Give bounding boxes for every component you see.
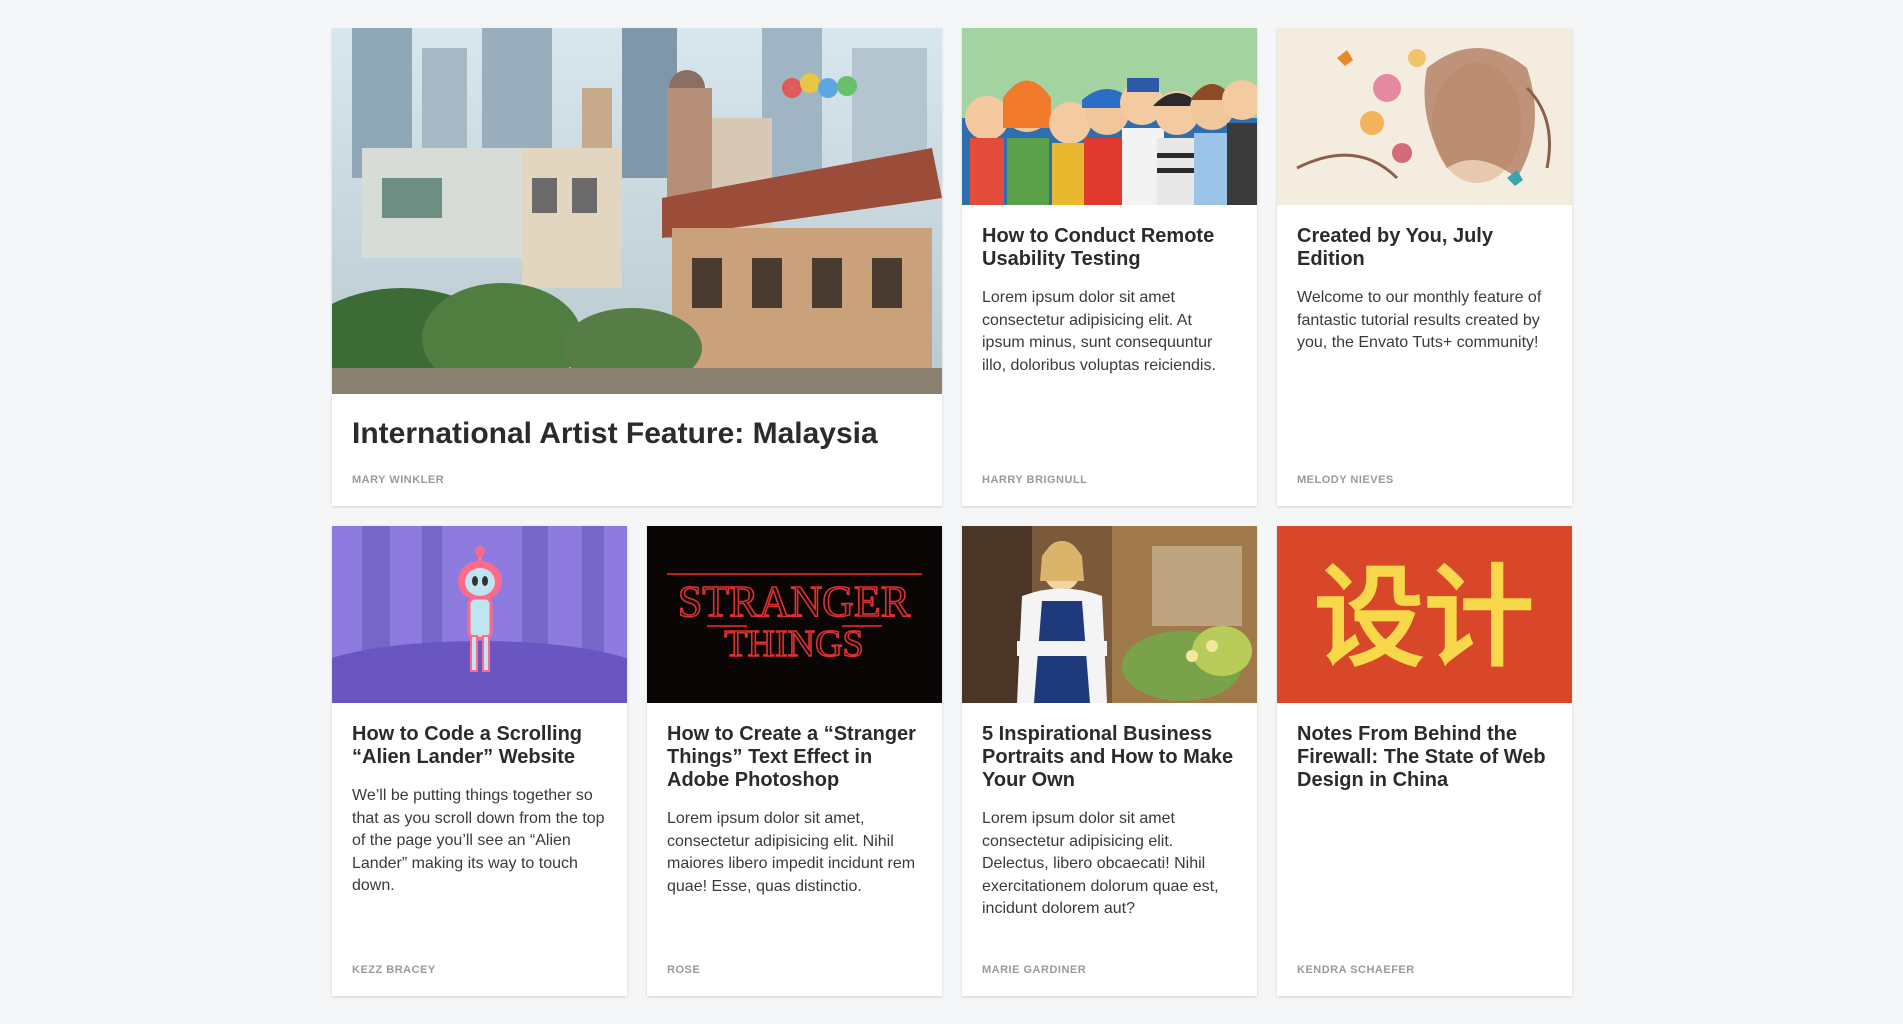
article-card-business-portraits[interactable]: 5 Inspirational Business Portraits and H… bbox=[962, 526, 1257, 996]
article-card-created-by-you[interactable]: Created by You, July Edition Welcome to … bbox=[1277, 28, 1572, 506]
chinese-characters-text: 设计 bbox=[1314, 554, 1534, 682]
article-card-usability[interactable]: How to Conduct Remote Usability Testing … bbox=[962, 28, 1257, 506]
card-body: International Artist Feature: Malaysia bbox=[332, 394, 942, 506]
things-text: THINGS bbox=[724, 623, 863, 665]
article-grid: International Artist Feature: Malaysia M… bbox=[332, 28, 1573, 996]
author-name[interactable]: ROSE bbox=[667, 964, 700, 976]
article-card-stranger-things[interactable]: STRANGER THINGS How to Create a “Strange… bbox=[647, 526, 942, 996]
card-body: How to Code a Scrolling “Alien Lander” W… bbox=[332, 703, 627, 996]
article-excerpt: We’ll be putting things together so that… bbox=[352, 787, 605, 894]
author-name[interactable]: KENDRA SCHAEFER bbox=[1297, 964, 1415, 976]
chinese-characters-image[interactable]: 设计 bbox=[1277, 526, 1572, 703]
malaysia-street-image[interactable] bbox=[332, 28, 942, 394]
author-name[interactable]: MARY WINKLER bbox=[352, 474, 444, 486]
card-body: Created by You, July Edition Welcome to … bbox=[1277, 205, 1572, 506]
card-body: 5 Inspirational Business Portraits and H… bbox=[962, 703, 1257, 996]
florist-portrait-image[interactable] bbox=[962, 526, 1257, 703]
article-excerpt: Lorem ipsum dolor sit amet consectetur a… bbox=[982, 289, 1216, 374]
article-title[interactable]: How to Create a “Stranger Things” Text E… bbox=[667, 723, 922, 792]
author-name[interactable]: MARIE GARDINER bbox=[982, 964, 1086, 976]
alien-forest-image[interactable] bbox=[332, 526, 627, 703]
author-name[interactable]: MELODY NIEVES bbox=[1297, 474, 1394, 486]
article-title[interactable]: How to Code a Scrolling “Alien Lander” W… bbox=[352, 723, 607, 769]
article-card-china-web-design[interactable]: 设计 Notes From Behind the Firewall: The S… bbox=[1277, 526, 1572, 996]
article-title[interactable]: 5 Inspirational Business Portraits and H… bbox=[982, 723, 1237, 792]
author-name[interactable]: KEZZ BRACEY bbox=[352, 964, 436, 976]
card-body: How to Conduct Remote Usability Testing … bbox=[962, 205, 1257, 506]
cartoon-people-image[interactable] bbox=[962, 28, 1257, 205]
floral-portrait-image[interactable] bbox=[1277, 28, 1572, 205]
stranger-text: STRANGER bbox=[678, 577, 911, 626]
article-excerpt: Lorem ipsum dolor sit amet, consectetur … bbox=[667, 810, 916, 895]
author-name[interactable]: HARRY BRIGNULL bbox=[982, 474, 1087, 486]
article-title[interactable]: Notes From Behind the Firewall: The Stat… bbox=[1297, 723, 1552, 792]
article-card-alien-lander[interactable]: How to Code a Scrolling “Alien Lander” W… bbox=[332, 526, 627, 996]
article-excerpt: Lorem ipsum dolor sit amet consectetur a… bbox=[982, 810, 1219, 917]
card-body: Notes From Behind the Firewall: The Stat… bbox=[1277, 703, 1572, 996]
card-body: How to Create a “Stranger Things” Text E… bbox=[647, 703, 942, 996]
article-card-malaysia[interactable]: International Artist Feature: Malaysia M… bbox=[332, 28, 942, 506]
stranger-things-image[interactable]: STRANGER THINGS bbox=[647, 526, 942, 703]
article-title[interactable]: International Artist Feature: Malaysia bbox=[352, 416, 922, 452]
article-excerpt: Welcome to our monthly feature of fantas… bbox=[1297, 289, 1542, 351]
article-title[interactable]: Created by You, July Edition bbox=[1297, 225, 1552, 271]
article-title[interactable]: How to Conduct Remote Usability Testing bbox=[982, 225, 1237, 271]
